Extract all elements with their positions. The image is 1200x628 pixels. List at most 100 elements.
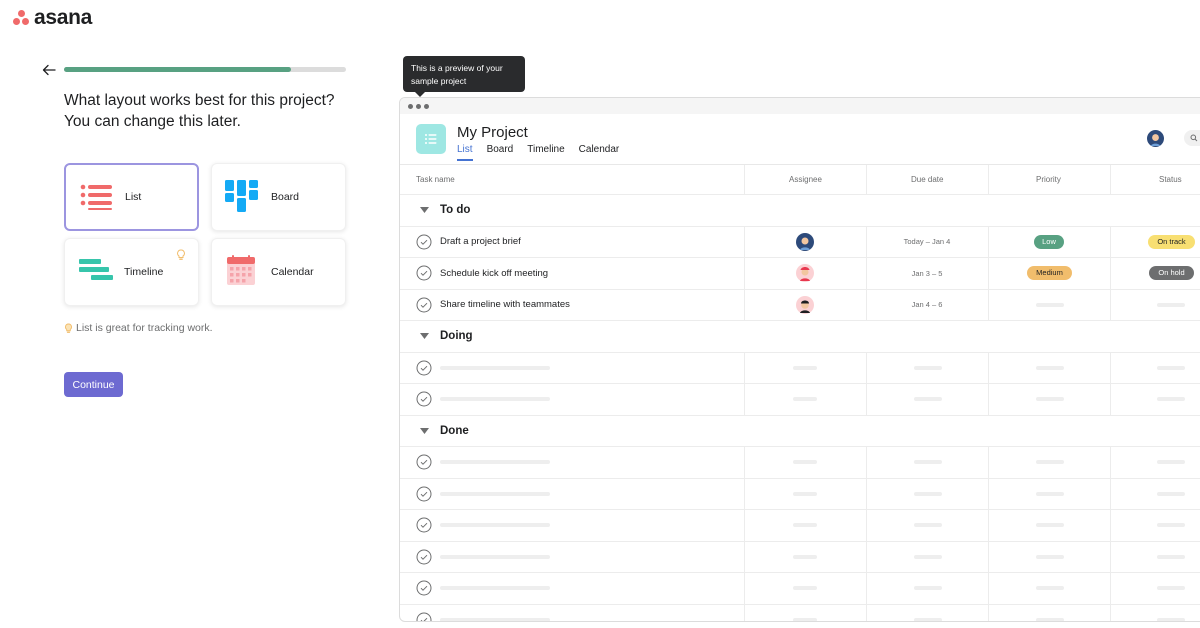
assignee-placeholder <box>793 365 817 370</box>
layout-hint: List is great for tracking work. <box>64 322 213 334</box>
task-name[interactable]: Share timeline with teammates <box>440 299 570 310</box>
caret-down-icon[interactable] <box>420 333 429 340</box>
section-header[interactable]: Done <box>400 416 1200 447</box>
column-task-name: Task name <box>416 175 455 184</box>
check-circle-icon[interactable] <box>416 517 432 533</box>
calendar-layout-icon <box>227 255 255 285</box>
status-placeholder <box>1157 523 1185 528</box>
task-name-placeholder <box>440 397 550 402</box>
lightbulb-icon <box>177 249 185 260</box>
assignee-avatar[interactable] <box>796 264 814 283</box>
asana-logo-icon <box>12 10 30 26</box>
check-circle-icon[interactable] <box>416 391 432 407</box>
layout-option-board[interactable]: Board <box>211 163 346 231</box>
priority-placeholder <box>1036 586 1064 591</box>
due-date-placeholder <box>914 397 942 402</box>
back-arrow-icon[interactable] <box>40 61 58 79</box>
status-placeholder <box>1157 365 1185 370</box>
table-row[interactable] <box>400 573 1200 605</box>
progress-fill <box>64 67 291 72</box>
section-header[interactable]: To do <box>400 195 1200 227</box>
priority-placeholder <box>1036 554 1064 559</box>
status-placeholder <box>1157 554 1185 559</box>
continue-button[interactable]: Continue <box>64 372 123 397</box>
window-dot-icon <box>408 103 413 109</box>
preview-tooltip: This is a preview of your sample project <box>403 56 525 97</box>
assignee-placeholder <box>793 397 817 402</box>
check-circle-icon[interactable] <box>416 580 432 596</box>
check-circle-icon[interactable] <box>416 297 432 313</box>
layout-option-calendar[interactable]: Calendar <box>211 238 346 306</box>
table-row[interactable] <box>400 384 1200 416</box>
user-avatar[interactable] <box>1147 130 1164 147</box>
table-row[interactable] <box>400 447 1200 479</box>
check-circle-icon[interactable] <box>416 612 432 622</box>
board-layout-icon <box>225 180 258 212</box>
tab-list[interactable]: List <box>457 144 473 161</box>
table-row[interactable] <box>400 352 1200 384</box>
layout-option-timeline[interactable]: Timeline <box>64 238 199 306</box>
status-placeholder <box>1157 397 1185 402</box>
table-row[interactable]: Share timeline with teammates Jan 4 – 6 <box>400 289 1200 321</box>
assignee-avatar[interactable] <box>796 232 814 251</box>
assignee-placeholder <box>793 617 817 621</box>
onboarding-progress-bar <box>64 67 346 72</box>
due-date-placeholder <box>914 617 942 621</box>
layout-question: What layout works best for this project?… <box>64 92 335 130</box>
search-field[interactable] <box>1184 130 1200 146</box>
asana-logo: asana <box>12 6 92 30</box>
check-circle-icon[interactable] <box>416 360 432 376</box>
task-name-placeholder <box>440 617 550 621</box>
check-circle-icon[interactable] <box>416 265 432 281</box>
column-assignee: Assignee <box>789 175 822 184</box>
column-status: Status <box>1159 175 1182 184</box>
priority-placeholder <box>1036 365 1064 370</box>
section-title: Doing <box>440 330 473 343</box>
task-name[interactable]: Schedule kick off meeting <box>440 268 548 279</box>
priority-placeholder <box>1036 491 1064 496</box>
status-placeholder <box>1157 302 1185 307</box>
layout-option-list[interactable]: List <box>64 163 199 231</box>
tab-calendar[interactable]: Calendar <box>579 144 620 161</box>
project-list-icon <box>416 124 446 154</box>
table-row[interactable]: Draft a project brief Today – Jan 4 Low … <box>400 226 1200 258</box>
caret-down-icon[interactable] <box>420 207 429 214</box>
priority-badge[interactable]: Low <box>1034 234 1064 249</box>
due-date-placeholder <box>914 460 942 465</box>
status-placeholder <box>1157 460 1185 465</box>
task-name[interactable]: Draft a project brief <box>440 236 521 247</box>
check-circle-icon[interactable] <box>416 549 432 565</box>
layout-option-label: Timeline <box>124 266 164 278</box>
project-tabs: List Board Timeline Calendar <box>457 144 619 161</box>
layout-hint-text: List is great for tracking work. <box>76 322 213 334</box>
layout-option-label: Calendar <box>271 266 314 278</box>
assignee-avatar[interactable] <box>796 295 814 314</box>
table-row[interactable] <box>400 478 1200 510</box>
caret-down-icon[interactable] <box>420 427 429 434</box>
tab-board[interactable]: Board <box>487 144 514 161</box>
status-placeholder <box>1157 491 1185 496</box>
table-row[interactable] <box>400 510 1200 542</box>
status-badge[interactable]: On hold <box>1149 266 1194 281</box>
check-circle-icon[interactable] <box>416 454 432 470</box>
table-row[interactable] <box>400 604 1200 622</box>
task-name-placeholder <box>440 523 550 528</box>
priority-placeholder <box>1036 523 1064 528</box>
due-date-placeholder <box>914 586 942 591</box>
tab-timeline[interactable]: Timeline <box>527 144 564 161</box>
table-row[interactable]: Schedule kick off meeting Jan 3 – 5 Medi… <box>400 258 1200 290</box>
priority-placeholder <box>1036 617 1064 621</box>
check-circle-icon[interactable] <box>416 234 432 250</box>
table-row[interactable] <box>400 541 1200 573</box>
layout-options: List Board Timeline Calendar <box>64 163 347 306</box>
section-header[interactable]: Doing <box>400 321 1200 353</box>
priority-badge[interactable]: Medium <box>1027 266 1072 281</box>
list-layout-icon <box>80 184 112 210</box>
window-dot-icon <box>424 103 429 109</box>
due-date-placeholder <box>914 554 942 559</box>
status-badge[interactable]: On track <box>1148 234 1195 249</box>
status-placeholder <box>1157 586 1185 591</box>
section-title: To do <box>440 204 471 217</box>
check-circle-icon[interactable] <box>416 486 432 502</box>
timeline-layout-icon <box>79 259 113 280</box>
